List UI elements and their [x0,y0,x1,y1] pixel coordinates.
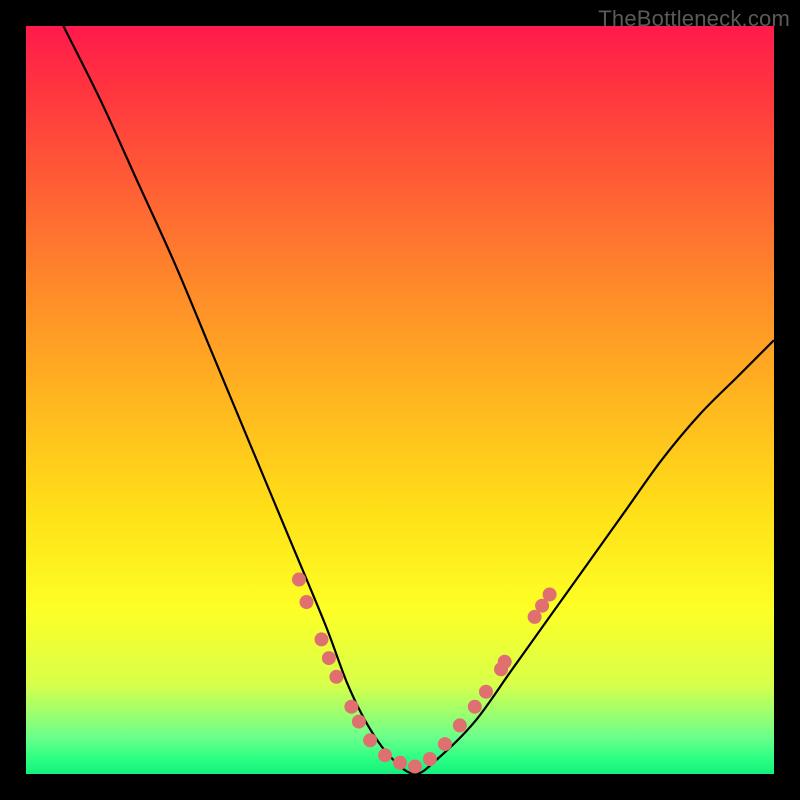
chart-frame [26,26,774,774]
scatter-dot [543,588,557,602]
scatter-dot [438,737,452,751]
scatter-dot [344,700,358,714]
scatter-dot [423,752,437,766]
scatter-dot [479,685,493,699]
scatter-dot [329,670,343,684]
scatter-dot [322,651,336,665]
bottleneck-curve [63,26,774,774]
scatter-dot [292,573,306,587]
chart-svg [26,26,774,774]
scatter-dot [300,595,314,609]
watermark-text: TheBottleneck.com [598,6,790,32]
scatter-dot [453,718,467,732]
scatter-dot [363,733,377,747]
scatter-dot [408,760,422,774]
scatter-dot [468,700,482,714]
scatter-dot [315,632,329,646]
scatter-dots [292,573,557,774]
scatter-dot [352,715,366,729]
scatter-dot [498,655,512,669]
scatter-dot [378,748,392,762]
scatter-dot [393,756,407,770]
